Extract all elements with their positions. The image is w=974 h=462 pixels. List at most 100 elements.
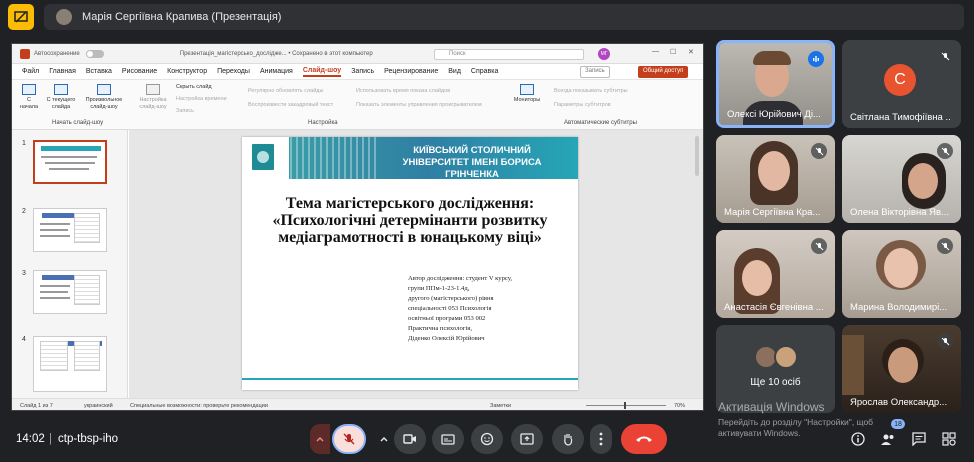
slide-topic: Тема магістерського дослідження: «Психол… [272, 195, 548, 246]
participant-name: Олена Вікторівна Яв... [850, 207, 949, 218]
presenter-avatar [56, 9, 72, 25]
presenter-title: Марія Сергіївна Крапива (Презентація) [82, 11, 282, 23]
group-start-label: Начать слайд-шоу [52, 120, 104, 126]
ppt-ribbon: С начала С текущего слайда Произвольное … [12, 80, 703, 130]
record-button[interactable]: Запись [580, 66, 610, 78]
menu-record[interactable]: Запись [351, 68, 374, 75]
menu-draw[interactable]: Рисование [122, 68, 157, 75]
menu-help[interactable]: Справка [471, 68, 498, 75]
from-current-button[interactable]: С текущего слайда [44, 84, 78, 111]
minimize-icon[interactable]: — [652, 48, 659, 55]
option-timings[interactable]: Использовать время показа слайдов [356, 88, 450, 94]
shared-screen: Автосохранение Презентація_магістерсько_… [11, 43, 704, 411]
present-button[interactable] [511, 424, 543, 454]
reactions-button[interactable] [471, 424, 503, 454]
setup-show-button[interactable]: Настройка слайд-шоу [136, 84, 170, 111]
autosave-label: Автосохранение [34, 50, 80, 57]
participant-name: Марина Володимирі... [850, 302, 948, 313]
hide-slide-button[interactable]: Скрыть слайд [176, 84, 212, 90]
ppt-status-bar: Слайд 1 из 7 украинский Специальные возм… [12, 398, 703, 410]
notes-button[interactable]: Заметки [490, 403, 511, 409]
participant-tile[interactable]: Марина Володимирі... [842, 230, 961, 318]
participant-name: Марія Сергіївна Кра... [724, 207, 821, 218]
monitors-button[interactable]: Мониторы [510, 84, 544, 104]
slide-canvas: КИЇВСЬКИЙ СТОЛИЧНИЙ УНІВЕРСИТЕТ ІМЕНІ БО… [129, 130, 703, 398]
captions-icon [441, 433, 455, 445]
participant-tile[interactable]: Олена Вікторівна Яв... [842, 135, 961, 223]
file-name: Презентація_магістерсько_дослідже... • С… [179, 50, 373, 57]
menu-design[interactable]: Конструктор [167, 68, 207, 75]
slide-thumbnail[interactable] [33, 336, 107, 392]
avatar [774, 345, 798, 369]
accessibility-status[interactable]: Специальные возможности: проверьте реком… [130, 403, 268, 409]
emoji-icon [480, 432, 494, 446]
activities-icon[interactable] [940, 430, 958, 448]
mic-off-icon [937, 48, 953, 64]
participant-tile[interactable]: Марія Сергіївна Кра... [716, 135, 835, 223]
autosave-toggle[interactable] [85, 49, 104, 58]
raise-hand-button[interactable] [552, 424, 584, 454]
maximize-icon[interactable]: ☐ [670, 48, 676, 56]
participant-tile[interactable]: Олексі Юрійович Ді... [716, 40, 835, 128]
menu-view[interactable]: Вид [448, 68, 461, 75]
mic-off-icon [937, 143, 953, 159]
info-icon[interactable] [849, 430, 867, 448]
slide-thumbnails: 1 2 3 4 [12, 130, 128, 398]
close-icon[interactable]: ✕ [688, 48, 694, 56]
participant-tile[interactable]: Анастасія Євгенівна ... [716, 230, 835, 318]
leave-call-button[interactable] [621, 424, 667, 454]
menu-animation[interactable]: Анимация [260, 68, 293, 75]
menu-insert[interactable]: Вставка [86, 68, 112, 75]
user-avatar[interactable]: МГ [598, 48, 610, 60]
slide-thumbnail[interactable] [33, 208, 107, 252]
menu-file[interactable]: Файл [22, 68, 39, 75]
video-options-chevron-icon[interactable] [376, 424, 392, 454]
captions-button[interactable] [432, 424, 464, 454]
thumb-number: 1 [22, 140, 26, 147]
timing-button[interactable]: Настройка времени [176, 96, 227, 102]
participant-name: Анастасія Євгенівна ... [724, 302, 824, 313]
current-slide[interactable]: КИЇВСЬКИЙ СТОЛИЧНИЙ УНІВЕРСИТЕТ ІМЕНІ БО… [242, 137, 578, 390]
slide-thumbnail[interactable] [33, 140, 107, 184]
ppt-title-bar: Автосохранение Презентація_магістерсько_… [12, 44, 703, 64]
slide-header: КИЇВСЬКИЙ СТОЛИЧНИЙ УНІВЕРСИТЕТ ІМЕНІ БО… [242, 137, 578, 180]
audio-options-chevron-icon[interactable] [310, 424, 330, 454]
participant-tile[interactable]: С Світлана Тимофіївна ... [842, 40, 961, 128]
ppt-search-input[interactable]: Поиск [434, 49, 584, 60]
participant-name: Олексі Юрійович Ді... [727, 109, 821, 120]
group-setup-label: Настройка [308, 120, 338, 126]
separator: | [49, 433, 52, 445]
slide-author-block: Автор дослідження: студент V курсу, груп… [408, 275, 512, 342]
menu-review[interactable]: Рецензирование [384, 68, 438, 75]
slide-thumbnail[interactable] [33, 270, 107, 314]
camera-button[interactable] [394, 424, 426, 454]
canvas-scrollbar[interactable] [695, 136, 699, 176]
mic-toggle-button[interactable] [332, 424, 366, 454]
more-options-button[interactable] [590, 424, 612, 454]
option-controls[interactable]: Показать элементы управления проигрывате… [356, 102, 482, 108]
share-button[interactable]: Общий доступ [638, 66, 689, 78]
zoom-level[interactable]: 70% [674, 403, 685, 409]
more-vert-icon [599, 432, 603, 446]
menu-slideshow[interactable]: Слайд-шоу [302, 67, 342, 77]
people-icon[interactable] [879, 430, 897, 448]
always-subtitles[interactable]: Всегда показывать субтитры [554, 88, 628, 94]
chat-icon[interactable] [910, 430, 928, 448]
option-update-slides[interactable]: Регулярно обновлять слайды [248, 88, 323, 94]
zoom-knob[interactable] [624, 402, 626, 409]
from-start-button[interactable]: С начала [18, 84, 40, 111]
record-dropdown[interactable]: Запись [176, 108, 194, 114]
speaking-indicator-icon [808, 51, 824, 67]
subtitle-settings[interactable]: Параметры субтитров [554, 102, 611, 108]
presenter-bar: Марія Сергіївна Крапива (Презентація) [0, 0, 974, 34]
zoom-slider[interactable] [586, 405, 666, 406]
custom-show-button[interactable]: Произвольное слайд-шоу [84, 84, 124, 111]
meeting-controls: 14:02 | ctp-tbsp-iho [0, 416, 974, 462]
presentation-icon[interactable] [8, 4, 34, 30]
people-count-badge: 18 [891, 419, 905, 429]
university-logo-icon [250, 142, 276, 172]
language-label[interactable]: украинский [84, 403, 113, 409]
menu-transitions[interactable]: Переходы [217, 68, 250, 75]
option-narration[interactable]: Воспроизвести закадровый текст [248, 102, 333, 108]
menu-home[interactable]: Главная [49, 68, 76, 75]
